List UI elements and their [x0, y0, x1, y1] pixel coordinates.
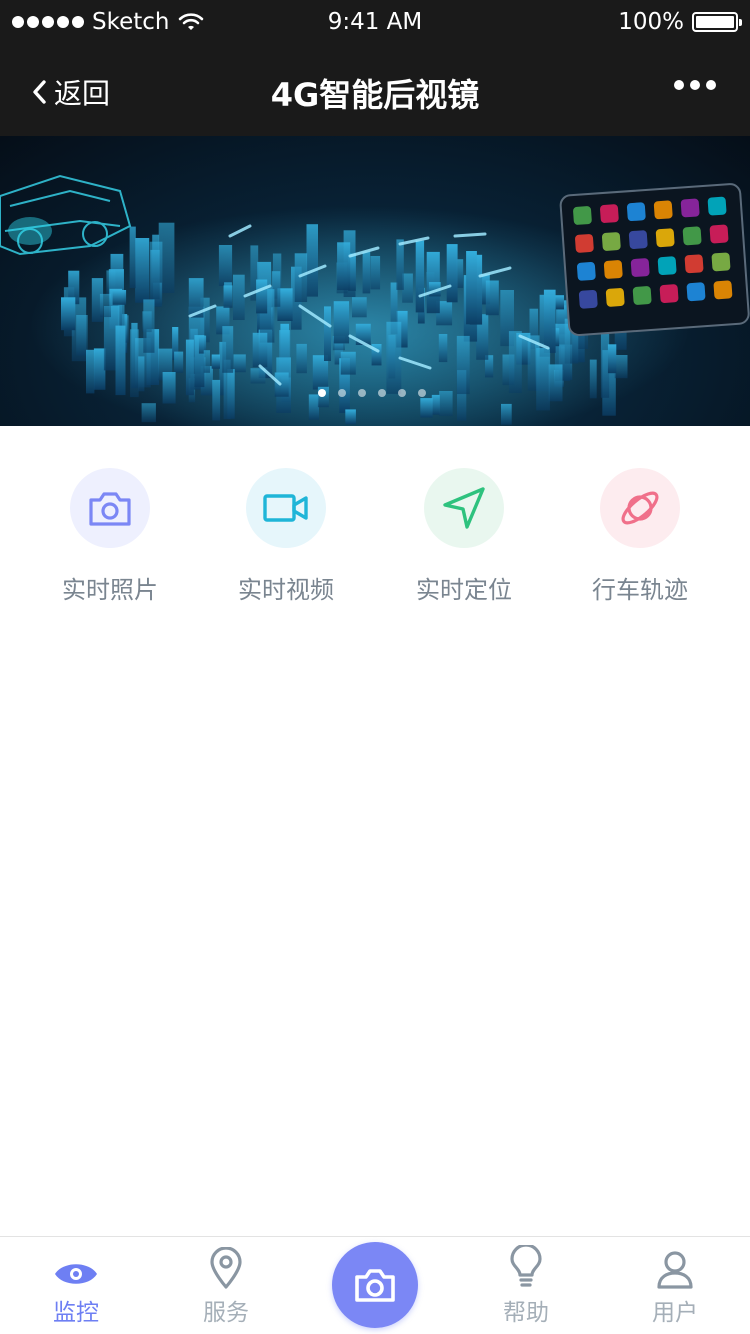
battery-info: 100% — [618, 9, 742, 35]
menu-item-video[interactable]: 实时视频 — [206, 468, 366, 605]
more-dot-icon — [674, 80, 684, 90]
menu-label: 行车轨迹 — [592, 576, 688, 604]
menu-item-photo[interactable]: 实时照片 — [30, 468, 190, 605]
pager-dot[interactable] — [338, 389, 346, 397]
planet-icon — [621, 491, 659, 525]
top-bar: Sketch 9:41 AM 100% 返回 4G智能后视镜 — [0, 0, 750, 136]
banner-smart-city-image — [0, 174, 750, 426]
lightbulb-icon — [510, 1245, 542, 1287]
banner-carousel[interactable] — [0, 136, 750, 426]
quick-menu: 实时照片 实时视频 实时定位 行车轨迹 — [0, 426, 750, 626]
user-icon — [657, 1251, 693, 1289]
pager-dot[interactable] — [378, 389, 386, 397]
banner-pager — [318, 389, 426, 397]
more-button[interactable] — [674, 80, 716, 90]
tab-label: 帮助 — [503, 1300, 549, 1326]
menu-item-track[interactable]: 行车轨迹 — [560, 468, 720, 605]
tab-monitor[interactable]: 监控 — [1, 1237, 151, 1334]
tab-label: 监控 — [53, 1300, 99, 1326]
tab-label: 服务 — [203, 1300, 249, 1326]
camera-icon — [89, 492, 131, 526]
pager-dot[interactable] — [418, 389, 426, 397]
camera-icon — [355, 1269, 395, 1302]
pager-dot[interactable] — [398, 389, 406, 397]
menu-item-location[interactable]: 实时定位 — [384, 468, 544, 605]
navigation-bar: 返回 4G智能后视镜 — [0, 44, 750, 136]
tab-help[interactable]: 帮助 — [451, 1237, 601, 1334]
page-title: 4G智能后视镜 — [270, 76, 480, 114]
menu-icon-circle — [600, 468, 680, 548]
tab-user[interactable]: 用户 — [600, 1237, 750, 1334]
battery-icon — [692, 12, 742, 32]
video-icon — [263, 494, 308, 522]
menu-icon-circle — [70, 468, 150, 548]
tab-label: 用户 — [652, 1300, 698, 1326]
menu-label: 实时照片 — [62, 576, 158, 604]
battery-percent: 100% — [618, 9, 684, 35]
location-pin-icon — [210, 1247, 242, 1289]
menu-icon-circle — [246, 468, 326, 548]
pager-dot[interactable] — [318, 389, 326, 397]
menu-label: 实时视频 — [238, 576, 334, 604]
center-camera-button[interactable] — [332, 1242, 418, 1328]
status-bar: Sketch 9:41 AM 100% — [0, 0, 750, 44]
menu-label: 实时定位 — [416, 576, 512, 604]
pager-dot[interactable] — [358, 389, 366, 397]
tab-service[interactable]: 服务 — [151, 1237, 301, 1334]
navigation-icon — [443, 487, 485, 529]
menu-icon-circle — [424, 468, 504, 548]
eye-icon — [55, 1264, 97, 1284]
